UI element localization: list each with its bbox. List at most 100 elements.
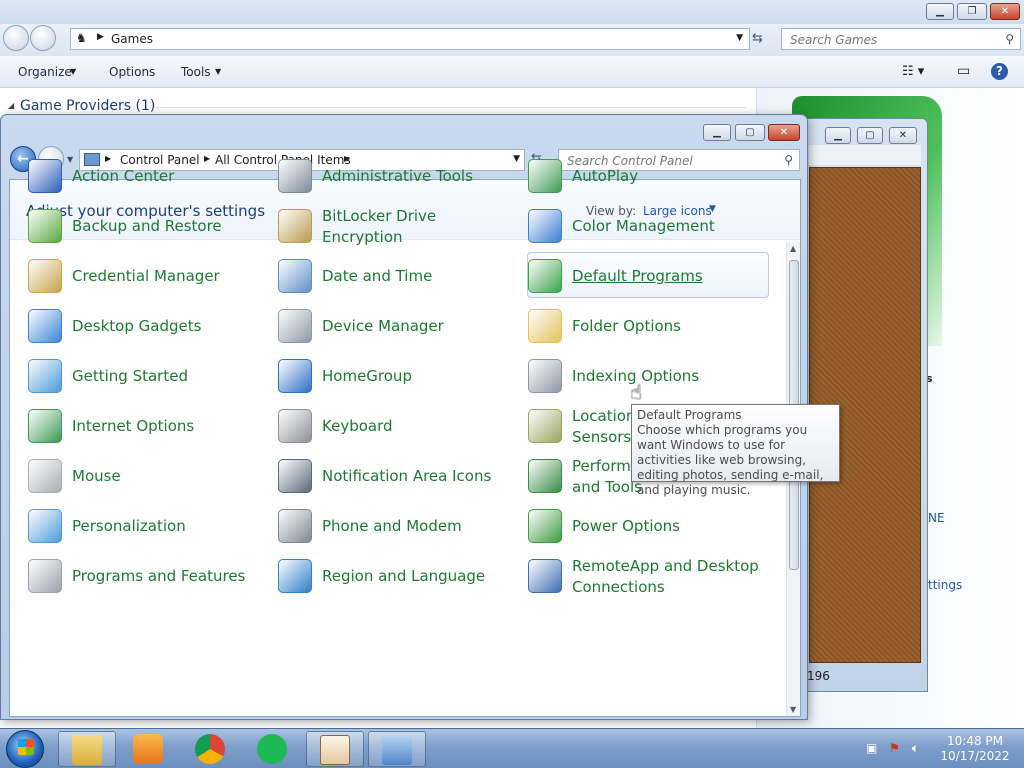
cp-item-getting-started[interactable]: Getting Started (28, 353, 268, 397)
solitaire-close-button[interactable]: ✕ (889, 127, 917, 144)
cp-item-personalization[interactable]: Personalization (28, 503, 268, 547)
cp-item-action-center[interactable]: Action Center (28, 153, 268, 197)
cp-item-backup-and-restore[interactable]: Backup and Restore (28, 203, 268, 247)
admin-tools-icon (278, 159, 312, 193)
cp-item-device-manager[interactable]: Device Manager (278, 303, 518, 347)
help-icon[interactable]: ? (991, 63, 1008, 80)
cp-item-label: Keyboard (322, 417, 393, 435)
clock-date: 10/17/2022 (940, 749, 1010, 763)
autoplay-icon (528, 159, 562, 193)
network-icon[interactable]: ▣ (866, 741, 877, 755)
games-forward-button[interactable] (30, 25, 56, 51)
volume-icon[interactable]: 🔈︎ (912, 741, 919, 755)
preview-pane-icon[interactable]: ▭ (957, 63, 970, 79)
cp-item-notification-area-icons[interactable]: Notification Area Icons (278, 453, 518, 497)
solitaire-menu-bar (809, 145, 921, 165)
cp-item-label: AutoPlay (572, 167, 639, 185)
taskbar-spotify[interactable] (244, 731, 302, 767)
cp-item-indexing-options[interactable]: Indexing Options (528, 353, 768, 397)
cp-item-label: Backup and Restore (72, 217, 222, 235)
chrome-icon (195, 734, 225, 764)
cp-item-label: Credential Manager (72, 267, 220, 285)
games-search-input[interactable]: Search Games ⚲ (781, 28, 1021, 50)
cp-item-bitlocker-drive-encryption[interactable]: BitLocker Drive Encryption (278, 203, 518, 247)
getting-started-icon (28, 359, 62, 393)
games-breadcrumb[interactable]: Games (111, 32, 153, 46)
cp-item-folder-options[interactable]: Folder Options (528, 303, 768, 347)
solitaire-maximize-button[interactable]: ▢ (857, 127, 883, 144)
cp-item-default-programs[interactable]: Default Programs (527, 252, 769, 298)
notification-icon (278, 459, 312, 493)
scroll-down-icon[interactable]: ▼ (790, 705, 796, 714)
clock-icon (278, 259, 312, 293)
taskbar-media-player[interactable] (120, 731, 178, 767)
phone-icon (278, 509, 312, 543)
games-preview-link-1[interactable]: NE (928, 511, 945, 525)
view-options-icon[interactable]: ☷ ▾ (902, 64, 924, 79)
taskbar-control-panel[interactable] (368, 731, 426, 767)
tools-menu[interactable]: Tools (181, 65, 211, 79)
homegroup-icon (278, 359, 312, 393)
taskbar-solitaire[interactable] (306, 731, 364, 767)
cp-item-remoteapp-and-desktop-connections[interactable]: RemoteApp and Desktop Connections (528, 553, 768, 597)
games-toolbar: Organize ▼ Options Tools ▼ ☷ ▾ ▭ ? (0, 56, 1024, 88)
device-manager-icon (278, 309, 312, 343)
cp-item-phone-and-modem[interactable]: Phone and Modem (278, 503, 518, 547)
cp-item-label: BitLocker Drive Encryption (322, 207, 437, 246)
cp-close-button[interactable]: ✕ (768, 124, 800, 141)
games-address-box[interactable]: ♞ ▶ Games ▼ (70, 28, 750, 50)
tooltip-title: Default Programs (637, 408, 742, 422)
games-back-button[interactable] (3, 25, 29, 51)
start-button[interactable] (6, 730, 44, 768)
cp-item-label: Phone and Modem (322, 517, 462, 535)
location-icon (528, 409, 562, 443)
personalization-icon (28, 509, 62, 543)
search-icon[interactable]: ⚲ (784, 153, 793, 167)
tooltip-body: Choose which programs you want Windows t… (637, 423, 824, 497)
game-providers-group[interactable]: Game Providers (1) (20, 98, 155, 114)
cp-maximize-button[interactable]: ▢ (735, 124, 765, 141)
search-icon[interactable]: ⚲ (1005, 32, 1014, 46)
clock-time: 10:48 PM (947, 734, 1003, 748)
collapse-group-icon[interactable]: ◢ (8, 101, 14, 110)
cp-item-programs-and-features[interactable]: Programs and Features (28, 553, 268, 597)
cp-item-date-and-time[interactable]: Date and Time (278, 253, 518, 297)
clock[interactable]: 10:48 PM 10/17/2022 (940, 734, 1010, 764)
cp-item-credential-manager[interactable]: Credential Manager (28, 253, 268, 297)
cp-item-autoplay[interactable]: AutoPlay (528, 153, 768, 197)
games-restore-button[interactable]: ❐ (957, 3, 987, 20)
back-arrow-icon: ← (17, 151, 29, 167)
options-button[interactable]: Options (109, 65, 155, 79)
default-programs-icon (528, 259, 562, 293)
cp-item-internet-options[interactable]: Internet Options (28, 403, 268, 447)
mouse-icon (28, 459, 62, 493)
refresh-icon[interactable]: ⇆ (752, 31, 763, 46)
cp-item-administrative-tools[interactable]: Administrative Tools (278, 153, 518, 197)
cp-item-keyboard[interactable]: Keyboard (278, 403, 518, 447)
cp-item-desktop-gadgets[interactable]: Desktop Gadgets (28, 303, 268, 347)
action-center-flag-icon[interactable]: ⚑ (889, 741, 900, 755)
gadgets-icon (28, 309, 62, 343)
cp-item-homegroup[interactable]: HomeGroup (278, 353, 518, 397)
dropdown-arrow-icon[interactable]: ▼ (736, 33, 743, 43)
organize-menu[interactable]: Organize (18, 65, 72, 79)
scroll-up-icon[interactable]: ▲ (790, 244, 796, 253)
cp-item-region-and-language[interactable]: Region and Language (278, 553, 518, 597)
cp-item-label: Desktop Gadgets (72, 317, 202, 335)
cp-item-label: Color Management (572, 217, 715, 235)
cp-item-mouse[interactable]: Mouse (28, 453, 268, 497)
system-tray: ▣ ⚑ 🔈︎ (866, 741, 919, 756)
cp-item-color-management[interactable]: Color Management (528, 203, 768, 247)
games-preview-link-2[interactable]: ttings (928, 578, 962, 592)
taskbar-explorer[interactable] (58, 731, 116, 767)
globe-icon (28, 409, 62, 443)
cp-item-label: Device Manager (322, 317, 444, 335)
solitaire-minimize-button[interactable]: ▁ (825, 127, 851, 144)
games-close-button[interactable]: ✕ (990, 3, 1020, 20)
games-minimize-button[interactable]: ▁ (926, 3, 954, 20)
cp-minimize-button[interactable]: ▁ (703, 124, 731, 141)
cp-item-label: Notification Area Icons (322, 467, 492, 485)
cp-item-power-options[interactable]: Power Options (528, 503, 768, 547)
taskbar-chrome[interactable] (182, 731, 240, 767)
games-location-icon: ♞ (76, 31, 87, 45)
